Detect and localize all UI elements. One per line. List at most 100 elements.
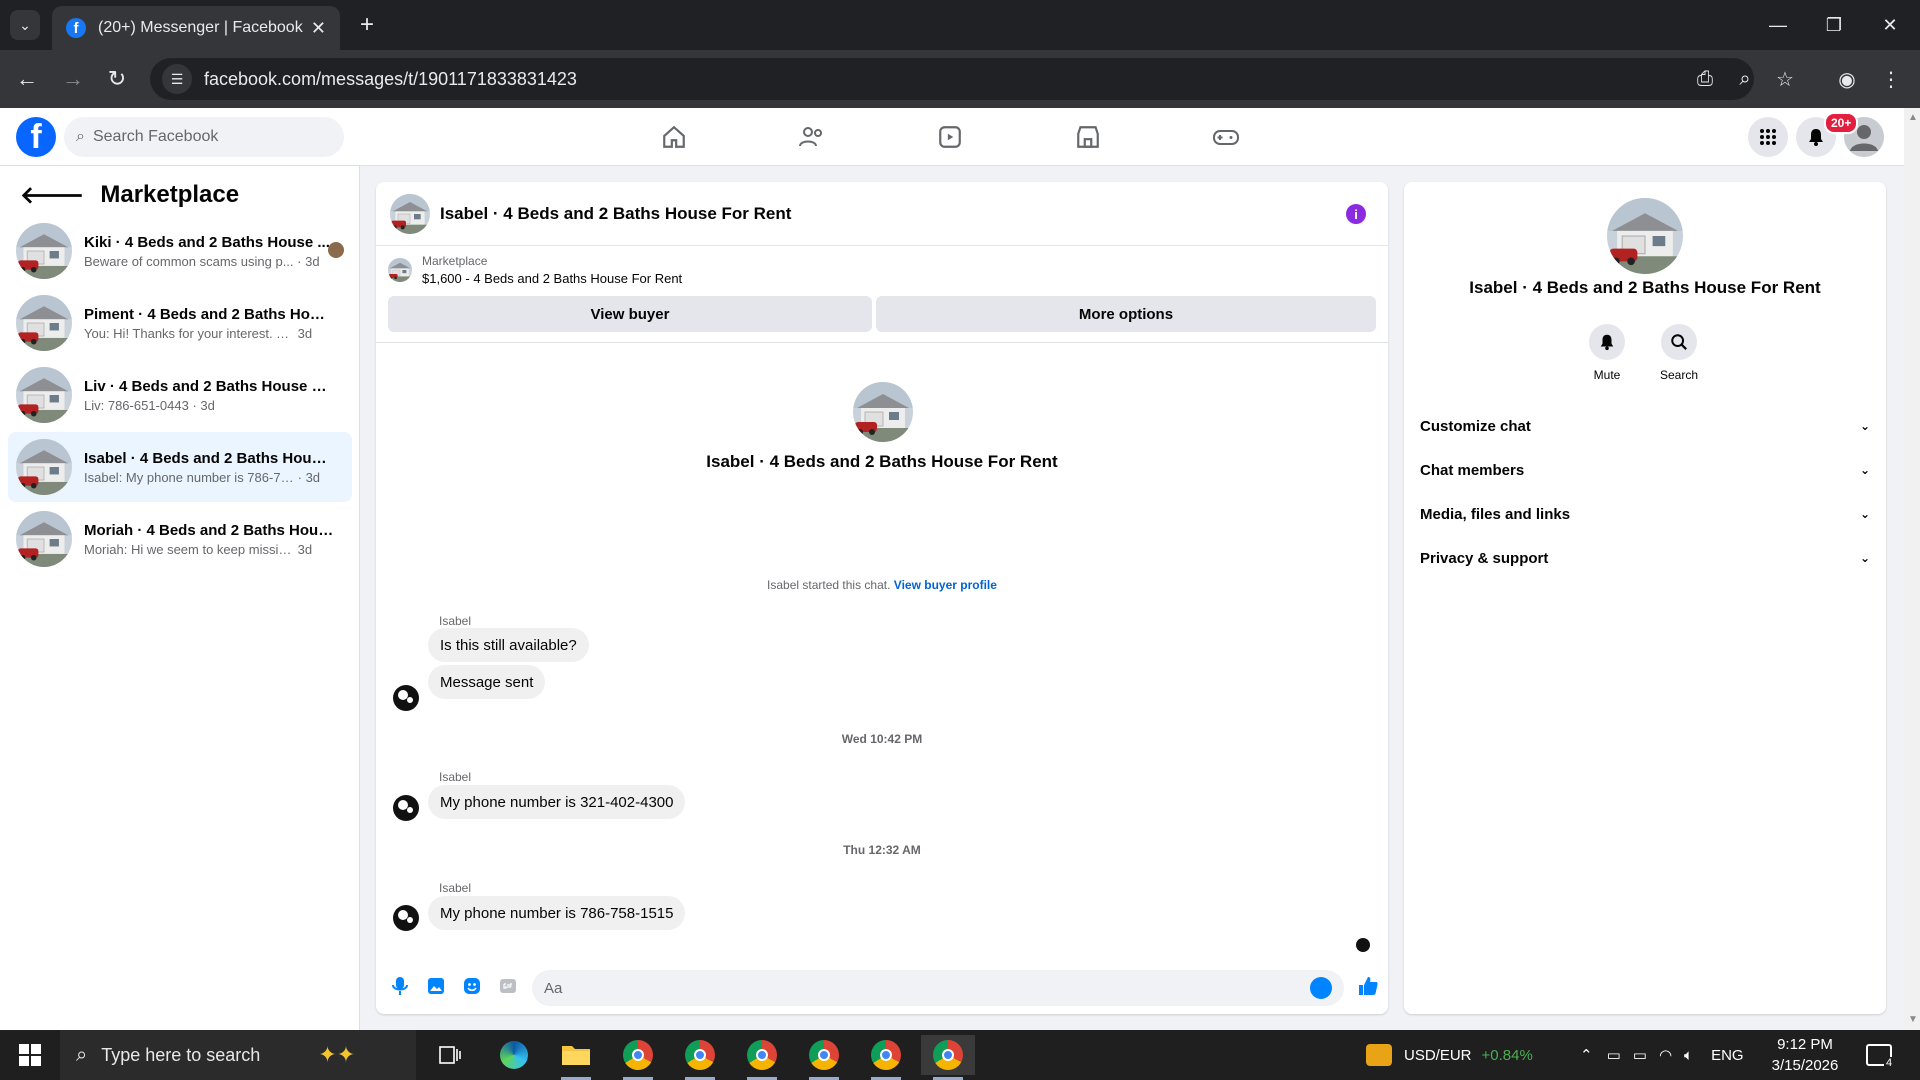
- listing-title: $1,600 - 4 Beds and 2 Baths House For Re…: [422, 271, 683, 286]
- reload-button[interactable]: ↻: [100, 62, 134, 96]
- emoji-icon[interactable]: [1310, 977, 1332, 999]
- conversation-time: 3d: [297, 325, 313, 341]
- gif-icon[interactable]: [496, 974, 520, 998]
- close-tab-icon[interactable]: ✕: [311, 18, 326, 39]
- battery-icon[interactable]: ▭: [1633, 1046, 1647, 1064]
- chat-title[interactable]: Isabel · 4 Beds and 2 Baths House For Re…: [440, 204, 791, 224]
- chat-header-thumbnail[interactable]: [390, 194, 430, 234]
- mute-button[interactable]: Mute: [1572, 324, 1642, 382]
- info-icon[interactable]: i: [1346, 204, 1366, 224]
- close-window-button[interactable]: ✕: [1862, 0, 1918, 50]
- media-files-links-section[interactable]: Media, files and links ⌄: [1420, 494, 1870, 534]
- minimize-button[interactable]: —: [1750, 0, 1806, 50]
- message-bubble[interactable]: Is this still available?: [428, 628, 589, 662]
- customize-chat-section[interactable]: Customize chat ⌄: [1420, 406, 1870, 446]
- menu-grid-icon[interactable]: [1748, 117, 1788, 157]
- thumbs-up-icon[interactable]: [1356, 974, 1380, 998]
- search-in-chat-button[interactable]: Search: [1644, 324, 1714, 382]
- message-bubble[interactable]: My phone number is 321-402-4300: [428, 785, 686, 819]
- language-indicator[interactable]: ENG: [1711, 1047, 1744, 1064]
- listing-thumbnail: [16, 295, 72, 351]
- conversation-name: Kiki · 4 Beds and 2 Baths House ...: [84, 233, 330, 251]
- facebook-logo-icon[interactable]: f: [16, 117, 56, 157]
- browser-tab-bar: ⌄ f (20+) Messenger | Facebook ✕ + — ❐ ✕: [0, 0, 1920, 50]
- search-icon: ⌕: [76, 1043, 88, 1066]
- chrome-profile-icon-active[interactable]: [921, 1035, 975, 1080]
- conversation-item[interactable]: Piment · 4 Beds and 2 Baths Hous... You:…: [8, 288, 352, 358]
- sender-avatar[interactable]: [392, 794, 420, 822]
- address-bar[interactable]: ☰ facebook.com/messages/t/19011718338314…: [150, 58, 1754, 100]
- bookmark-star-icon[interactable]: ☆: [1768, 62, 1802, 96]
- page-scrollbar[interactable]: ▲ ▼: [1904, 108, 1920, 1030]
- chrome-profile-icon[interactable]: [735, 1035, 789, 1080]
- message-input[interactable]: Aa: [532, 970, 1344, 1006]
- forward-button[interactable]: →: [56, 62, 90, 96]
- photo-icon[interactable]: [424, 974, 448, 998]
- conversation-preview: Liv: 786-651-0443: [84, 397, 189, 413]
- notification-center-button[interactable]: 4: [1866, 1030, 1902, 1080]
- nav-friends-icon[interactable]: [782, 116, 842, 158]
- tab-list-button[interactable]: ⌄: [10, 10, 40, 40]
- message-bubble[interactable]: Message sent: [428, 665, 546, 699]
- currency-change: +0.84%: [1481, 1046, 1533, 1064]
- conversation-item[interactable]: Kiki · 4 Beds and 2 Baths House ... Bewa…: [8, 216, 352, 286]
- seen-avatar: [328, 242, 344, 258]
- chat-members-section[interactable]: Chat members ⌄: [1420, 450, 1870, 490]
- wifi-icon[interactable]: ◠: [1659, 1046, 1672, 1064]
- nav-marketplace-icon[interactable]: [1058, 116, 1118, 158]
- install-app-icon[interactable]: ⎙: [1688, 62, 1722, 96]
- chrome-profile-icon[interactable]: [673, 1035, 727, 1080]
- chrome-profile-icon[interactable]: [859, 1035, 913, 1080]
- more-options-button[interactable]: More options: [876, 296, 1376, 332]
- scroll-up-icon[interactable]: ▲: [1908, 112, 1918, 123]
- facebook-favicon-icon: f: [66, 18, 86, 38]
- back-arrow-icon[interactable]: 🡐: [20, 180, 84, 210]
- sender-avatar[interactable]: [392, 904, 420, 932]
- file-explorer-icon[interactable]: [549, 1035, 603, 1080]
- nav-gaming-icon[interactable]: [1196, 116, 1256, 158]
- conversation-time: · 3d: [297, 253, 320, 269]
- restore-button[interactable]: ❐: [1806, 0, 1862, 50]
- windows-start-button[interactable]: [0, 1030, 60, 1080]
- profile-icon[interactable]: ◉: [1830, 62, 1864, 96]
- sender-avatar[interactable]: [392, 684, 420, 712]
- back-button[interactable]: ←: [10, 62, 44, 96]
- marketplace-listing-row[interactable]: Marketplace $1,600 - 4 Beds and 2 Baths …: [388, 254, 682, 286]
- new-tab-button[interactable]: +: [352, 10, 382, 40]
- task-view-icon[interactable]: [423, 1035, 477, 1075]
- conversation-item-active[interactable]: Isabel · 4 Beds and 2 Baths House ... Is…: [8, 432, 352, 502]
- message-bubble[interactable]: My phone number is 786-758-1515: [428, 896, 686, 930]
- zoom-icon[interactable]: ⌕: [1728, 62, 1762, 96]
- section-label: Chat members: [1420, 461, 1525, 479]
- view-buyer-button[interactable]: View buyer: [388, 296, 872, 332]
- facebook-search-input[interactable]: ⌕ Search Facebook: [64, 117, 344, 157]
- edge-browser-icon[interactable]: [487, 1035, 541, 1075]
- conversation-name: Liv · 4 Beds and 2 Baths House For...: [84, 377, 334, 395]
- site-info-icon[interactable]: ☰: [162, 64, 192, 94]
- sticker-icon[interactable]: [460, 974, 484, 998]
- conversation-time: · 3d: [297, 469, 321, 485]
- nav-home-icon[interactable]: [644, 116, 704, 158]
- show-hidden-icons-icon[interactable]: ⌃: [1580, 1046, 1593, 1064]
- nav-video-icon[interactable]: [920, 116, 980, 158]
- search-label: Search: [1659, 368, 1699, 382]
- currency-widget[interactable]: USD/EUR +0.84%: [1366, 1030, 1533, 1080]
- conversation-item[interactable]: Liv · 4 Beds and 2 Baths House For... Li…: [8, 360, 352, 430]
- menu-kebab-icon[interactable]: ⋮: [1874, 62, 1908, 96]
- volume-icon[interactable]: 🔈︎: [1684, 1047, 1693, 1064]
- chrome-profile-icon[interactable]: [611, 1035, 665, 1080]
- chat-info-panel: Isabel · 4 Beds and 2 Baths House For Re…: [1404, 182, 1886, 1014]
- browser-tab[interactable]: f (20+) Messenger | Facebook ✕: [52, 6, 340, 50]
- chrome-profile-icon[interactable]: [797, 1035, 851, 1080]
- sidebar-title-text: Marketplace: [100, 181, 240, 208]
- clock[interactable]: 9:12 PM 3/15/2026: [1760, 1034, 1850, 1076]
- taskbar-search-input[interactable]: ⌕ Type here to search ✦✦: [60, 1030, 416, 1080]
- microphone-icon[interactable]: [388, 974, 412, 998]
- scroll-down-icon[interactable]: ▼: [1908, 1014, 1918, 1025]
- camera-icon[interactable]: ▭: [1607, 1046, 1621, 1064]
- privacy-support-section[interactable]: Privacy & support ⌄: [1420, 538, 1870, 578]
- view-buyer-profile-link[interactable]: View buyer profile: [894, 578, 997, 592]
- conversation-item[interactable]: Moriah · 4 Beds and 2 Baths Hous... Mori…: [8, 504, 352, 574]
- notifications-badge: 20+: [1824, 112, 1859, 134]
- bell-icon: [1589, 324, 1625, 360]
